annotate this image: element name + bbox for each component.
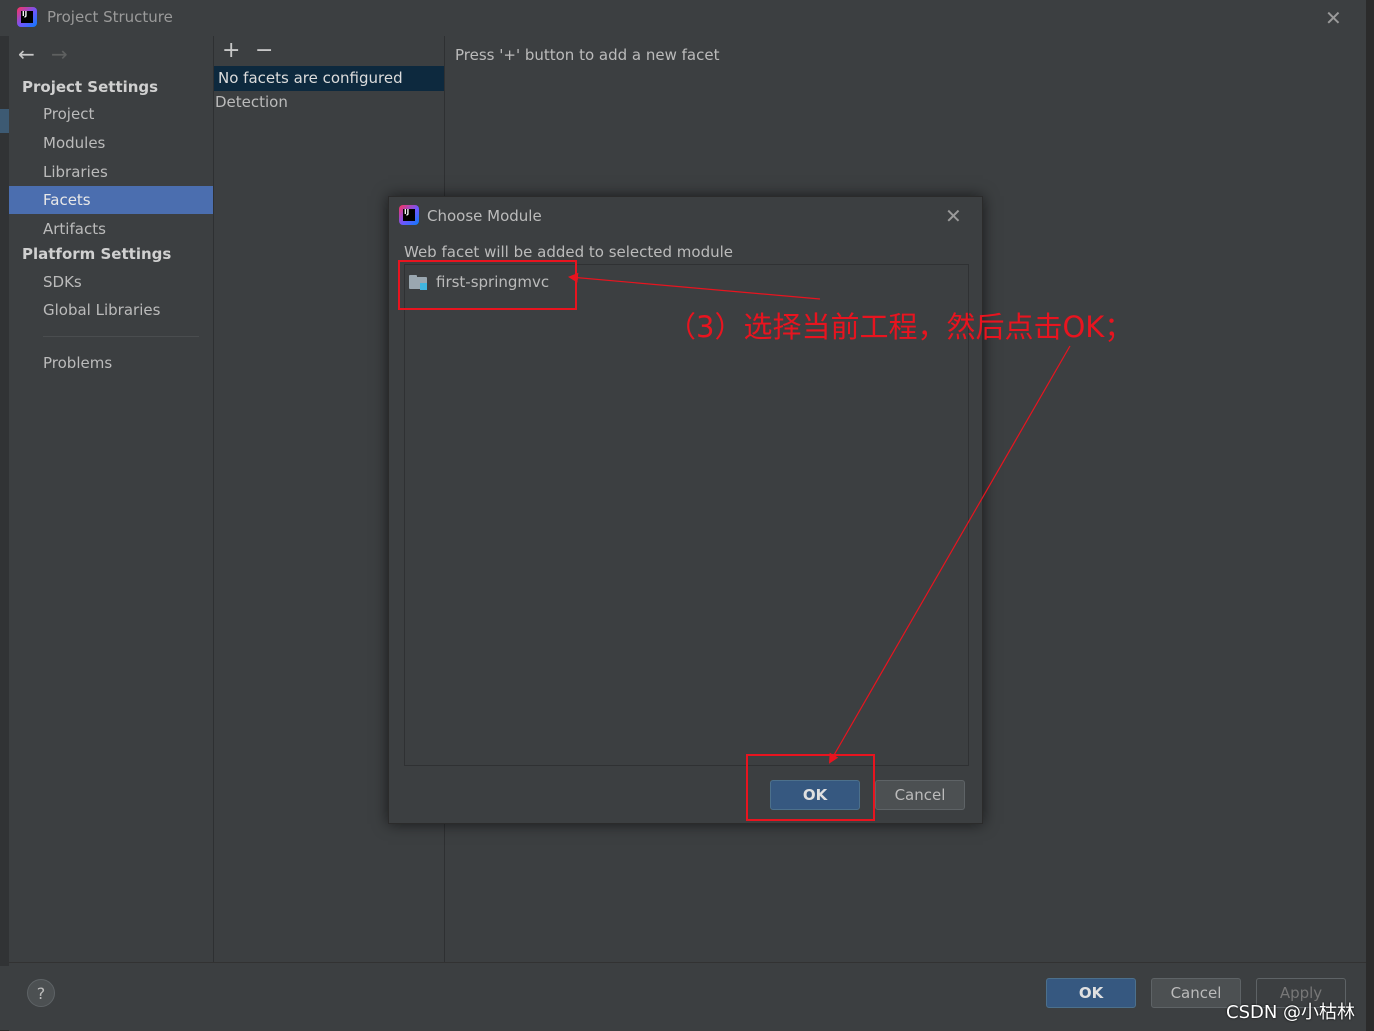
arrow-to-ok	[829, 345, 1071, 764]
arrow-to-module	[568, 272, 821, 300]
annotation-arrows	[568, 272, 1071, 764]
annotation-text: （3）选择当前工程，然后点击OK；	[667, 310, 1134, 344]
csdn-watermark: CSDN @小枯林	[1226, 1002, 1356, 1023]
